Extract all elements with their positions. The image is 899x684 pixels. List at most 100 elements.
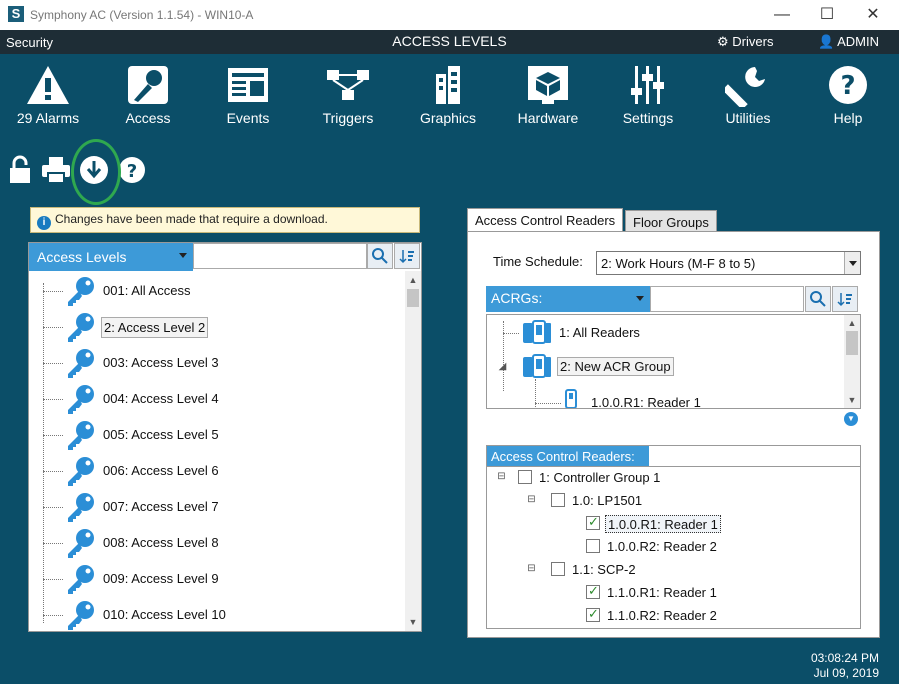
access-level-item[interactable]: 2: Access Level 2 xyxy=(29,309,405,345)
toolbar-settings[interactable]: Settings xyxy=(603,64,693,126)
search-button[interactable] xyxy=(367,243,393,269)
tab-access-control-readers[interactable]: Access Control Readers xyxy=(467,208,624,232)
tree-node-label: 1.1: SCP-2 xyxy=(572,562,636,577)
graphics-icon xyxy=(403,64,493,106)
collapse-icon[interactable]: ⊟ xyxy=(527,564,536,574)
expand-down-icon[interactable]: ▼ xyxy=(844,412,858,426)
key-icon xyxy=(65,383,97,418)
chevron-down-icon xyxy=(179,253,187,258)
scroll-up-icon[interactable]: ▲ xyxy=(845,316,859,330)
lock-icon[interactable] xyxy=(3,150,37,190)
toolbar-alarms[interactable]: 29 Alarms xyxy=(3,64,93,126)
acr-header: Access Control Readers: xyxy=(486,445,861,467)
access-icon xyxy=(103,64,193,106)
gear-icon: ⚙ xyxy=(717,34,729,49)
scroll-thumb[interactable] xyxy=(407,289,419,307)
close-button[interactable]: ✕ xyxy=(858,4,888,26)
toolbar-utilities[interactable]: Utilities xyxy=(703,64,793,126)
access-levels-scrollbar[interactable]: ▲ ▼ xyxy=(405,271,421,631)
triggers-icon xyxy=(303,64,393,106)
dropdown-label: Access Levels xyxy=(37,249,127,265)
toolbar-triggers[interactable]: Triggers xyxy=(303,64,393,126)
access-level-item[interactable]: 001: All Access xyxy=(29,273,405,309)
tree-line xyxy=(503,321,504,391)
acrg-list: 1: All Readers ◢ 2: New ACR Group 1.0.0.… xyxy=(486,314,861,409)
collapse-icon[interactable]: ⊟ xyxy=(497,472,506,482)
notice-text: Changes have been made that require a do… xyxy=(55,212,328,226)
key-icon xyxy=(65,491,97,526)
acrg-scrollbar[interactable]: ▲ ▼ xyxy=(844,315,860,408)
access-level-label: 009: Access Level 9 xyxy=(103,571,219,586)
collapse-icon[interactable]: ⊟ xyxy=(527,495,536,505)
search-icon xyxy=(810,291,826,307)
toolbar-help[interactable]: ? Help xyxy=(803,64,893,126)
acrgs-dropdown[interactable]: ACRGs: xyxy=(486,286,650,312)
scroll-down-icon[interactable]: ▼ xyxy=(406,615,420,629)
access-level-label: 004: Access Level 4 xyxy=(103,391,219,406)
access-levels-search-input[interactable] xyxy=(193,243,367,269)
toolbar-label: Access xyxy=(125,110,171,126)
main-toolbar: 29 Alarms Access Events Triggers Graphic… xyxy=(0,54,899,126)
time-schedule-select[interactable]: 2: Work Hours (M-F 8 to 5) xyxy=(596,251,861,275)
tree-line xyxy=(43,291,63,292)
access-level-item[interactable]: 007: Access Level 7 xyxy=(29,489,405,525)
access-level-item[interactable]: 005: Access Level 5 xyxy=(29,417,405,453)
checkbox-lp1501-reader-2[interactable] xyxy=(586,539,600,553)
checkbox-scp-2-reader-2[interactable] xyxy=(586,606,600,622)
acrgs-sort-button[interactable] xyxy=(832,286,858,312)
collapse-icon[interactable]: ◢ xyxy=(498,362,507,372)
acrgs-search-button[interactable] xyxy=(805,286,831,312)
help-icon: ? xyxy=(803,64,893,106)
acrg-item-all-readers[interactable]: 1: All Readers xyxy=(521,319,640,348)
acrg-item-new-acr-group[interactable]: 2: New ACR Group xyxy=(521,353,674,382)
checkbox-scp-2[interactable] xyxy=(551,562,565,576)
maximize-button[interactable]: ☐ xyxy=(812,4,842,26)
checkbox-scp-2-reader-1[interactable] xyxy=(586,583,600,599)
menu-bar: Security ACCESS LEVELS ⚙ Drivers 👤 ADMIN xyxy=(0,30,899,54)
checkbox-controller-group-1[interactable] xyxy=(518,470,532,484)
access-level-label: 007: Access Level 7 xyxy=(103,499,219,514)
access-level-label: 005: Access Level 5 xyxy=(103,427,219,442)
tree-node-label: 1.0.0.R2: Reader 2 xyxy=(607,539,717,554)
key-icon xyxy=(65,563,97,598)
acrgs-label: ACRGs: xyxy=(491,290,543,306)
reader-icon xyxy=(565,389,577,408)
toolbar-events[interactable]: Events xyxy=(203,64,293,126)
admin-user-button[interactable]: 👤 ADMIN xyxy=(818,34,879,50)
sort-button[interactable] xyxy=(394,243,420,269)
scroll-up-icon[interactable]: ▲ xyxy=(406,273,420,287)
acrg-item-reader-1[interactable]: 1.0.0.R1: Reader 1 xyxy=(565,389,701,408)
toolbar-access[interactable]: Access xyxy=(103,64,193,126)
scroll-thumb[interactable] xyxy=(846,331,858,355)
reader-group-icon xyxy=(523,354,551,378)
tab-floor-groups[interactable]: Floor Groups xyxy=(625,210,717,232)
toolbar-label: Hardware xyxy=(517,110,579,126)
scroll-down-icon[interactable]: ▼ xyxy=(845,393,859,407)
drivers-button[interactable]: ⚙ Drivers xyxy=(717,34,773,50)
acrg-item-label: 1.0.0.R1: Reader 1 xyxy=(591,395,701,409)
tree-node-label: 1.0: LP1501 xyxy=(572,493,643,508)
access-level-item[interactable]: 006: Access Level 6 xyxy=(29,453,405,489)
tree-node-label: 1: Controller Group 1 xyxy=(539,470,661,485)
toolbar-hardware[interactable]: Hardware xyxy=(503,64,593,126)
access-level-item[interactable]: 004: Access Level 4 xyxy=(29,381,405,417)
toolbar-label: Help xyxy=(833,110,863,126)
access-levels-panel: Access Levels 001: All Access 2: Access L… xyxy=(28,242,422,632)
access-level-item[interactable]: 008: Access Level 8 xyxy=(29,525,405,561)
acr-label: Access Control Readers: xyxy=(487,446,649,466)
toolbar-graphics[interactable]: Graphics xyxy=(403,64,493,126)
minimize-button[interactable]: — xyxy=(767,4,797,26)
time-schedule-label: Time Schedule: xyxy=(493,254,583,269)
checkbox-lp1501[interactable] xyxy=(551,493,565,507)
access-levels-dropdown[interactable]: Access Levels xyxy=(29,243,193,271)
checkbox-lp1501-reader-1[interactable] xyxy=(586,514,600,530)
access-level-item[interactable]: 009: Access Level 9 xyxy=(29,561,405,597)
printer-icon[interactable] xyxy=(39,150,73,190)
settings-icon xyxy=(603,64,693,106)
acrgs-search-input[interactable] xyxy=(650,286,804,312)
toolbar-label: Graphics xyxy=(419,110,477,126)
tree-node-label: 1.1.0.R2: Reader 2 xyxy=(607,608,717,623)
access-level-item[interactable]: 003: Access Level 3 xyxy=(29,345,405,381)
alarm-icon xyxy=(3,64,93,106)
access-level-item[interactable]: 010: Access Level 10 xyxy=(29,597,405,633)
